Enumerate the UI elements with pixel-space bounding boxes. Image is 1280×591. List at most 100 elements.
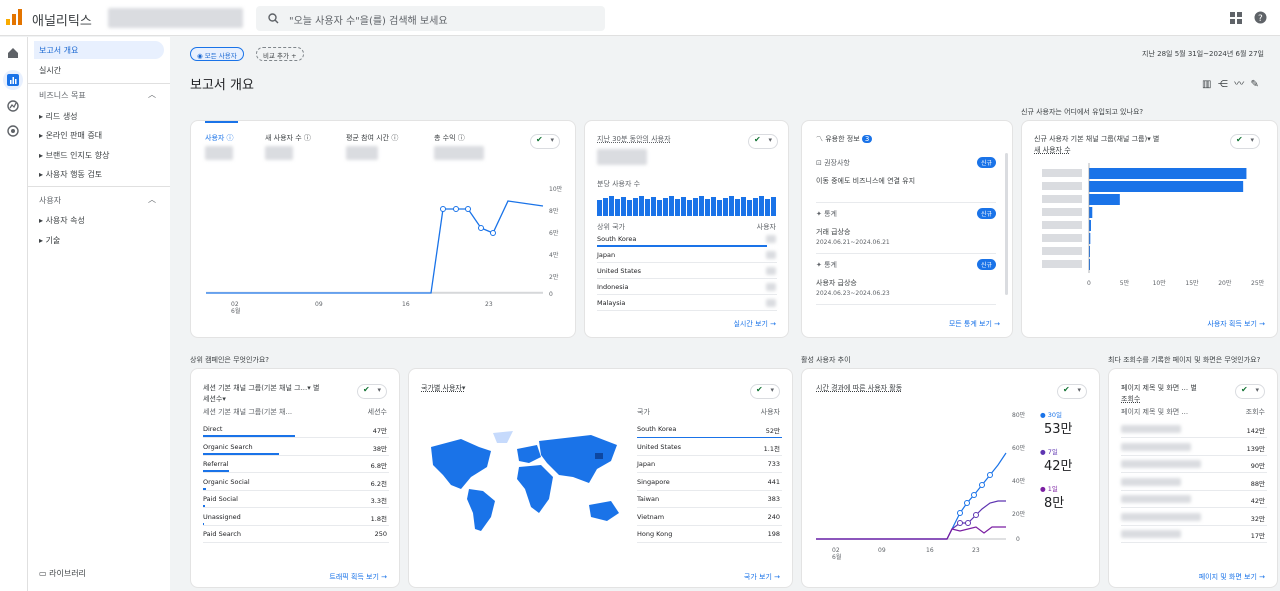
- per-minute-bar[interactable]: [729, 196, 734, 216]
- per-minute-bar[interactable]: [627, 200, 632, 216]
- campaign-row-label[interactable]: Organic Search: [203, 443, 253, 451]
- data-point[interactable]: [440, 206, 446, 212]
- compare-check-button[interactable]: ✔: [530, 134, 560, 149]
- country-row-label[interactable]: Indonesia: [597, 283, 628, 291]
- campaign-row-label[interactable]: Unassigned: [203, 513, 241, 521]
- apps-grid-icon[interactable]: [1230, 12, 1242, 24]
- per-minute-bar[interactable]: [663, 198, 668, 216]
- add-compare-chip[interactable]: 비교 추가 +: [256, 47, 304, 61]
- per-minute-bar[interactable]: [633, 198, 638, 216]
- country-row-label[interactable]: Taiwan: [637, 495, 659, 503]
- data-point[interactable]: [957, 520, 963, 526]
- per-minute-bar[interactable]: [717, 200, 722, 216]
- country-row-label[interactable]: Japan: [597, 251, 615, 259]
- country-title[interactable]: 국가별 사용자▾: [421, 383, 465, 393]
- channel-bar[interactable]: [1089, 168, 1247, 179]
- share-icon[interactable]: ⋲: [1218, 79, 1228, 90]
- country-row-label[interactable]: Vietnam: [637, 513, 664, 521]
- page-row-label[interactable]: [1121, 442, 1191, 451]
- per-minute-bar[interactable]: [759, 196, 764, 216]
- tab-engagement[interactable]: 평균 참여 시간 ⓘ: [346, 133, 398, 143]
- reports-nav[interactable]: [3, 70, 23, 90]
- sidebar-item-lead[interactable]: ▸ 리드 생성: [39, 111, 78, 122]
- realtime-view-link[interactable]: 실시간 보기 →: [733, 319, 776, 329]
- sidebar-item-tech[interactable]: ▸ 기술: [39, 235, 60, 246]
- per-minute-bar[interactable]: [615, 199, 620, 216]
- compare-check-button[interactable]: ✔: [1057, 384, 1087, 399]
- sidebar-item-realtime[interactable]: 실시간: [39, 65, 61, 76]
- data-point[interactable]: [465, 206, 471, 212]
- page-row-label[interactable]: [1121, 530, 1181, 538]
- chevron-up-icon[interactable]: ︿: [148, 194, 156, 205]
- edit-icon[interactable]: ✎: [1251, 79, 1259, 90]
- traffic-view-link[interactable]: 트래픽 획득 보기 →: [329, 572, 387, 582]
- insight-text[interactable]: 이동 중에도 비즈니스에 연결 유지: [816, 176, 915, 186]
- home-icon[interactable]: [7, 47, 19, 59]
- per-minute-bar[interactable]: [765, 199, 770, 216]
- data-point[interactable]: [987, 472, 993, 478]
- page-row-label[interactable]: [1121, 512, 1201, 521]
- per-minute-bar[interactable]: [741, 197, 746, 216]
- country-row-label[interactable]: Singapore: [637, 478, 670, 486]
- sidebar-item-sales[interactable]: ▸ 온라인 판매 증대: [39, 130, 102, 141]
- per-minute-bar[interactable]: [639, 196, 644, 216]
- insight-text[interactable]: 거래 급상승: [816, 227, 850, 237]
- insight-text[interactable]: 사용자 급상승: [816, 278, 857, 288]
- per-minute-bar[interactable]: [753, 198, 758, 216]
- country-row-label[interactable]: South Korea: [637, 425, 676, 433]
- account-selector[interactable]: [108, 8, 243, 28]
- sidebar-section-biz-goals[interactable]: 비즈니스 목표: [39, 90, 86, 101]
- country-row-label[interactable]: Japan: [637, 460, 655, 468]
- explore-icon[interactable]: [7, 100, 19, 112]
- compare-check-button[interactable]: ✔: [1235, 384, 1265, 399]
- acquisition-view-link[interactable]: 사용자 획득 보기 →: [1207, 319, 1265, 329]
- sidebar-item-brand[interactable]: ▸ 브랜드 인지도 향상: [39, 150, 110, 161]
- country-row-label[interactable]: Malaysia: [597, 299, 625, 307]
- search-input[interactable]: "오늘 사용자 수"을(를) 검색해 보세요: [256, 6, 605, 31]
- pages-title[interactable]: 페이지 제목 및 화면 ... 별: [1121, 383, 1231, 393]
- data-point[interactable]: [490, 230, 496, 236]
- tab-new-users[interactable]: 새 사용자 수 ⓘ: [265, 133, 311, 143]
- data-point[interactable]: [979, 482, 985, 488]
- campaign-row-label[interactable]: Paid Social: [203, 495, 238, 503]
- per-minute-bar[interactable]: [621, 197, 626, 216]
- data-point[interactable]: [965, 520, 971, 526]
- acquisition-title[interactable]: 신규 사용자 기본 채널 그룹(채널 그룹)▾ 별: [1034, 134, 1224, 144]
- sidebar-item-behavior[interactable]: ▸ 사용자 행동 검토: [39, 169, 102, 180]
- help-icon[interactable]: ?: [1254, 11, 1267, 24]
- country-row-label[interactable]: South Korea: [597, 235, 636, 243]
- date-range[interactable]: 지난 28일 5월 31일~2024년 6월 27일: [1142, 49, 1264, 59]
- channel-bar[interactable]: [1089, 181, 1244, 192]
- tab-revenue[interactable]: 총 수익 ⓘ: [434, 133, 465, 143]
- channel-bar[interactable]: [1089, 194, 1120, 205]
- per-minute-bar[interactable]: [687, 200, 692, 216]
- campaigns-metric[interactable]: 세션수▾: [203, 394, 226, 404]
- compare-check-button[interactable]: ✔: [750, 384, 780, 399]
- data-point[interactable]: [957, 510, 963, 516]
- per-minute-bar[interactable]: [657, 200, 662, 216]
- country-row-label[interactable]: United States: [597, 267, 641, 275]
- pages-view-link[interactable]: 페이지 및 화면 보기 →: [1199, 572, 1265, 582]
- advertising-icon[interactable]: [7, 125, 19, 137]
- per-minute-bar[interactable]: [723, 198, 728, 216]
- per-minute-bar[interactable]: [747, 200, 752, 216]
- insights-icon[interactable]: 〰: [1234, 79, 1244, 90]
- campaign-row-label[interactable]: Paid Search: [203, 530, 241, 538]
- per-minute-bar[interactable]: [699, 196, 704, 216]
- campaign-row-label[interactable]: Referral: [203, 460, 229, 468]
- data-point[interactable]: [453, 206, 459, 212]
- sidebar-item-user-attr[interactable]: ▸ 사용자 속성: [39, 215, 85, 226]
- sidebar-section-user[interactable]: 사용자: [39, 195, 61, 206]
- compare-check-button[interactable]: ✔: [748, 134, 778, 149]
- per-minute-bar[interactable]: [681, 197, 686, 216]
- chevron-up-icon[interactable]: ︿: [148, 89, 156, 100]
- sidebar-item-report-home[interactable]: 보고서 개요: [39, 45, 78, 56]
- compare-check-button[interactable]: ✔: [357, 384, 387, 399]
- per-minute-bar[interactable]: [771, 197, 776, 216]
- metric-label[interactable]: 조회수: [1121, 394, 1140, 404]
- per-minute-bar[interactable]: [705, 199, 710, 216]
- scrollbar[interactable]: [1005, 153, 1008, 295]
- per-minute-bar[interactable]: [711, 197, 716, 216]
- page-row-label[interactable]: [1121, 425, 1181, 433]
- country-row-label[interactable]: Hong Kong: [637, 530, 672, 538]
